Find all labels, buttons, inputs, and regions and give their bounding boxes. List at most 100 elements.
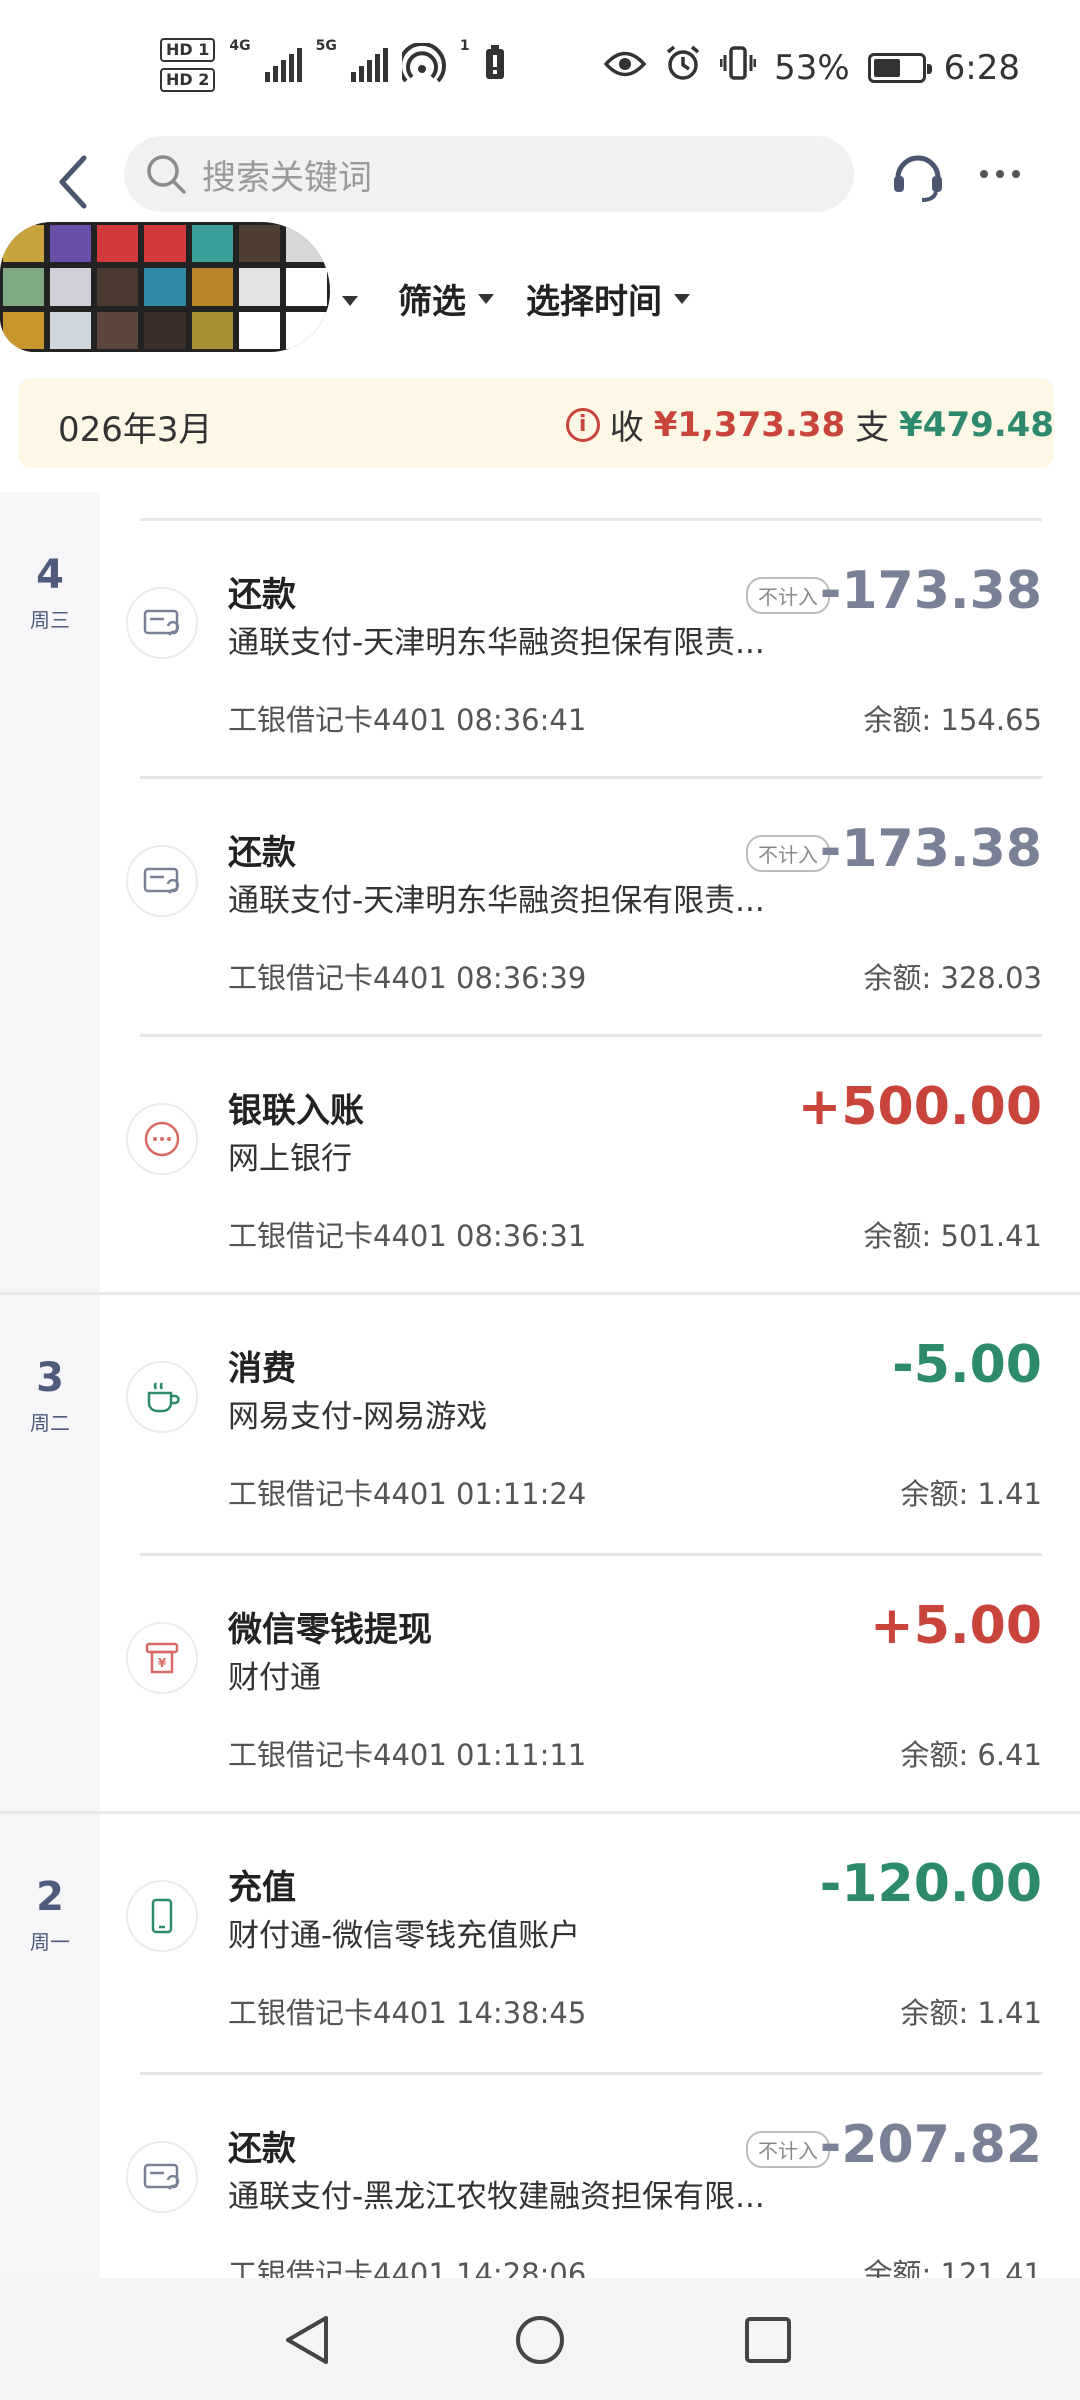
nav-recents-button[interactable] [742,2314,794,2370]
transaction-card-time: 工银借记卡4401 01:11:24 [228,1477,587,1511]
transaction-balance: 余额: 328.03 [863,961,1042,995]
transaction-card-time: 工银借记卡4401 14:28:06 [228,2257,587,2278]
day-transactions: 还款通联支付-天津明东华融资担保有限责... 工银借记卡4401 08:36:41… [100,492,1080,1292]
day-transactions: 充值财付通-微信零钱充值账户 工银借记卡4401 14:38:45 余额: 1.41… [100,1814,1080,2278]
day-label-column: 3 周二 [0,1295,100,1811]
network-5g: 5G [315,38,337,54]
status-left: HD 1 HD 2 4G 5G 1 [160,38,506,92]
transaction-card-time: 工银借记卡4401 14:38:45 [228,1996,587,2030]
status-right: 53% 6:28 [603,44,1020,91]
month-totals: i 收 ¥1,373.38 支 ¥479.48 [565,400,1054,449]
transaction-list[interactable]: 4 周三 还款 通联支付-天津明东华融资担保有限责... 工银借记卡4401 08:36… [0,492,1080,2278]
card-repay-icon [126,587,198,659]
more-circle-icon [126,1103,198,1175]
transaction-title: 银联入账 [228,1091,364,1131]
search-placeholder: 搜索关键词 [202,157,372,198]
day-weekday: 周二 [30,1411,70,1435]
income-prefix: 收 [609,408,644,448]
transaction-description: 通联支付-天津明东华融资担保有限责... [228,883,765,919]
alert-battery-icon [484,45,506,85]
transaction-description: 财付通-微信零钱充值账户 [228,1918,581,1954]
transaction-amount: -173.38 [819,819,1042,879]
coffee-cup-icon [126,1361,198,1433]
customer-service-button[interactable] [890,148,946,208]
transaction-title: 还款 [228,833,296,873]
transaction-description: 网上银行 [228,1141,352,1177]
transaction-amount: -207.82 [819,2115,1042,2175]
filter-dropdown[interactable]: 筛选 [398,274,494,323]
status-bar: HD 1 HD 2 4G 5G 1 53% 6:28 [0,0,1080,130]
alarm-icon [664,44,702,91]
transaction-balance: 余额: 121.41 [863,2257,1042,2278]
expense-prefix: 支 [855,408,890,448]
more-options-button[interactable] [980,170,1020,178]
time-dropdown[interactable]: 选择时间 [526,274,690,323]
month-summary-banner: 026年3月 i 收 ¥1,373.38 支 ¥479.48 [18,378,1054,468]
transaction-balance: 余额: 1.41 [900,1996,1042,2030]
day-number: 4 [36,552,64,598]
transaction-card-time: 工银借记卡4401 01:11:11 [228,1738,587,1772]
square-recents-icon [745,2317,791,2363]
circle-home-icon [516,2316,564,2364]
transaction-description: 网易支付-网易游戏 [228,1399,488,1435]
battery-percent: 53% [774,47,850,88]
account-caret-icon[interactable] [342,296,358,306]
transaction-title: 还款 [228,575,296,615]
system-nav-bar [0,2278,1080,2400]
back-button[interactable] [48,150,98,210]
transaction-row[interactable]: 消费网易支付-网易游戏工银借记卡4401 01:11:24 余额: 1.41 -5.… [126,1295,1042,1553]
transaction-row[interactable]: ¥ 微信零钱提现财付通工银借记卡4401 01:11:11 余额: 6.41 +5.0… [126,1553,1042,1811]
time-label: 选择时间 [526,282,662,322]
day-label-column: 4 周三 [0,492,100,1292]
transaction-description: 财付通 [228,1660,321,1696]
day-transactions: 消费网易支付-网易游戏工银借记卡4401 01:11:24 余额: 1.41 -5.… [100,1295,1080,1811]
hd-badge-1: HD 1 [160,38,216,62]
transaction-title: 充值 [228,1868,296,1908]
transaction-row[interactable]: 还款 通联支付-黑龙江农牧建融资担保有限... 工银借记卡4401 14:28:06… [126,2072,1042,2278]
transaction-card-time: 工银借记卡4401 08:36:31 [228,1219,587,1253]
transaction-row[interactable]: 充值财付通-微信零钱充值账户 工银借记卡4401 14:38:45 余额: 1.41… [126,1814,1042,2072]
transaction-amount: -5.00 [892,1335,1042,1395]
excluded-tag: 不计入 [746,835,830,872]
transaction-row[interactable]: 还款 通联支付-天津明东华融资担保有限责... 工银借记卡4401 08:36:41… [126,518,1042,776]
chevron-down-icon [478,293,494,304]
transaction-balance: 余额: 6.41 [900,1738,1042,1772]
info-icon[interactable]: i [565,407,600,442]
transaction-title: 消费 [228,1349,296,1389]
excluded-tag: 不计入 [746,577,830,614]
vibrate-icon [719,45,757,90]
day-group: 4 周三 还款 通联支付-天津明东华融资担保有限责... 工银借记卡4401 08:36… [0,492,1080,1295]
day-group: 2 周一 充值 财付通-微信零钱充值账户 工银借记卡4401 14:38:45 余额: 1… [0,1814,1080,2278]
network-4g: 4G [229,38,251,54]
excluded-tag: 不计入 [746,2131,830,2168]
transaction-row[interactable]: 还款通联支付-天津明东华融资担保有限责... 工银借记卡4401 08:36:39… [126,776,1042,1034]
nav-back-button[interactable] [282,2314,334,2370]
headset-icon [894,155,942,202]
transaction-card-time: 工银借记卡4401 08:36:41 [228,703,587,737]
dot-icon [996,170,1004,178]
transaction-amount: -120.00 [819,1854,1042,1914]
battery-icon [867,52,932,83]
chevron-down-icon [674,293,690,304]
card-repay-icon [126,845,198,917]
nav-home-button[interactable] [514,2314,566,2370]
search-input[interactable]: 搜索关键词 [124,136,854,212]
filter-label: 筛选 [398,282,466,322]
transaction-amount: +5.00 [870,1596,1042,1656]
hotspot-count: 1 [459,38,470,54]
transaction-amount: +500.00 [797,1077,1042,1137]
transaction-balance: 余额: 501.41 [863,1219,1042,1253]
withdraw-icon: ¥ [126,1622,198,1694]
day-number: 2 [36,1874,64,1920]
day-weekday: 周三 [30,608,70,632]
transaction-row[interactable]: 银联入账网上银行工银借记卡4401 08:36:31 余额: 501.41 +500… [126,1034,1042,1292]
transaction-title: 微信零钱提现 [228,1610,432,1650]
clock-time: 6:28 [943,47,1020,88]
transaction-card-time: 工银借记卡4401 08:36:39 [228,961,587,995]
hd-badge-2: HD 2 [160,68,216,92]
redacted-account-selector[interactable] [0,222,330,352]
dot-icon [1012,170,1020,178]
filter-bar: 筛选 选择时间 [0,222,1080,352]
back-arrow-icon [59,155,87,209]
transaction-balance: 余额: 1.41 [900,1477,1042,1511]
